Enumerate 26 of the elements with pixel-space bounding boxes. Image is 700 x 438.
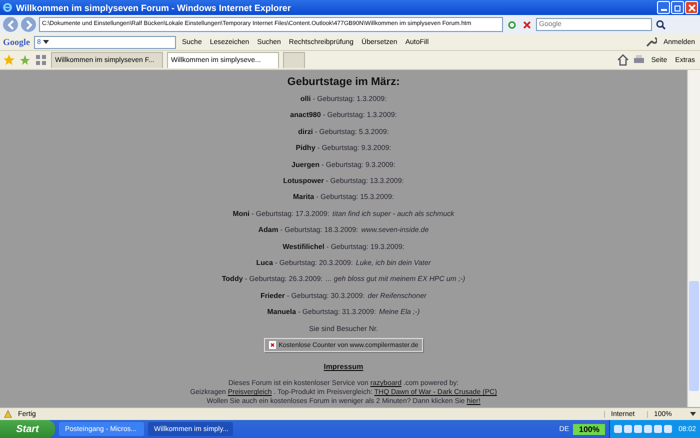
scrollbar[interactable] [687, 70, 700, 407]
broken-image-icon [268, 341, 276, 350]
add-favorite-icon[interactable] [19, 54, 31, 66]
warning-icon [4, 410, 12, 418]
minimize-icon [660, 9, 666, 11]
back-button[interactable] [3, 17, 18, 32]
restore-icon [674, 4, 682, 12]
restore-button[interactable] [671, 1, 684, 14]
search-icon[interactable] [655, 18, 667, 30]
home-icon[interactable] [617, 54, 630, 66]
caret-icon[interactable] [42, 39, 49, 45]
start-button[interactable]: Start [0, 420, 55, 438]
close-button[interactable] [685, 1, 698, 14]
stop-icon[interactable] [521, 18, 533, 30]
print-icon[interactable] [633, 54, 646, 66]
tab-grid-icon[interactable] [35, 54, 47, 66]
close-icon [688, 4, 696, 12]
favorites-star-icon[interactable] [3, 54, 15, 66]
page-heading: Geburtstage im März: [287, 76, 400, 88]
browser-logo-icon [2, 2, 13, 13]
toolbar-logo: Google [3, 37, 30, 47]
battery-indicator[interactable]: 100% [573, 424, 606, 434]
window-title: Willkommen im simplyseven Forum - Windows Internet Explorer [16, 2, 292, 12]
caret-icon[interactable] [690, 411, 696, 417]
forward-button[interactable] [21, 17, 36, 32]
minimize-button[interactable] [657, 1, 670, 14]
